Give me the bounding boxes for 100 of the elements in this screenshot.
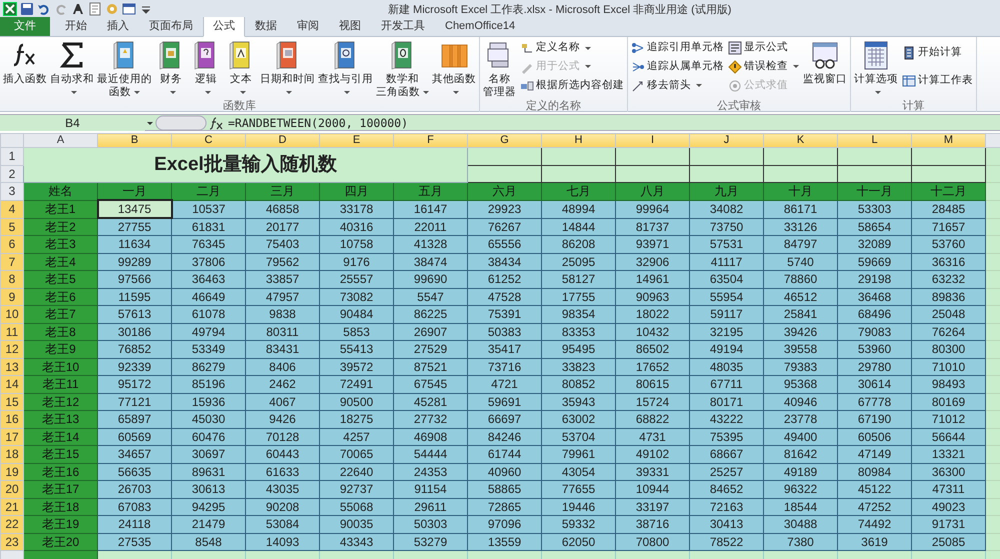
table-cell: 73082: [320, 288, 394, 306]
name-cell: 老王7: [24, 306, 98, 323]
active-cell[interactable]: 13475: [98, 200, 172, 218]
name-cell: 老王18: [24, 498, 98, 516]
window-icon[interactable]: [122, 2, 136, 16]
row-header[interactable]: 3: [0, 182, 24, 200]
formula-field[interactable]: =RANDBETWEEN(2000, 100000): [225, 114, 408, 130]
table-cell: 8548: [172, 533, 246, 550]
column-header[interactable]: H: [542, 134, 616, 148]
table-cell: 70065: [320, 446, 394, 463]
ribbon-button[interactable]: 查找与引用: [317, 39, 374, 99]
row-header[interactable]: 19: [0, 463, 24, 480]
table-cell: 15724: [616, 393, 690, 410]
table-cell: 18275: [320, 410, 394, 428]
row-header[interactable]: 12: [0, 340, 24, 358]
ribbon-button[interactable]: 显示公式: [727, 39, 800, 58]
row-header[interactable]: 7: [0, 253, 24, 270]
ribbon-tab[interactable]: 视图: [329, 16, 371, 36]
group-label: 定义的名称: [526, 98, 581, 112]
table-cell: 38474: [394, 253, 468, 270]
ribbon-button[interactable]: 插入函数: [2, 39, 48, 86]
row-header[interactable]: 13: [0, 358, 24, 376]
ribbon-tab[interactable]: 数据: [245, 16, 287, 36]
ribbon-button[interactable]: 错误检查: [727, 58, 800, 76]
row-header[interactable]: 4: [0, 200, 24, 218]
table-cell: 10537: [172, 200, 246, 218]
table-cell: 78522: [690, 533, 764, 550]
ribbon-tab[interactable]: 审阅: [287, 16, 329, 36]
table-cell: 65897: [98, 410, 172, 428]
table-cell: 74492: [838, 516, 912, 533]
ribbon-button[interactable]: 监视窗口: [802, 39, 848, 86]
row-header[interactable]: 9: [0, 288, 24, 306]
row-header[interactable]: 17: [0, 428, 24, 446]
table-cell: 25085: [912, 533, 986, 550]
row-header[interactable]: 10: [0, 306, 24, 323]
ribbon-button[interactable]: 移去箭头: [630, 76, 725, 95]
ribbon-button[interactable]: 最近使用的 函数: [96, 39, 153, 99]
ribbon-button[interactable]: 根据所选内容创建: [519, 76, 625, 95]
function-icon[interactable]: [207, 114, 225, 130]
column-header[interactable]: G: [468, 134, 542, 148]
row-header[interactable]: 14: [0, 376, 24, 393]
name-cell: 老王14: [24, 428, 98, 446]
ribbon-button[interactable]: 计算选项: [853, 39, 899, 99]
row-header[interactable]: 16: [0, 410, 24, 428]
ribbon-button[interactable]: 开始计算: [901, 44, 974, 62]
ribbon-button[interactable]: 追踪从属单元格: [630, 58, 725, 76]
row-header[interactable]: 2: [0, 165, 24, 182]
ribbon-tab[interactable]: 公式: [203, 16, 245, 37]
ribbon-button[interactable]: 自动求和: [49, 39, 95, 99]
row-header[interactable]: 5: [0, 218, 24, 236]
header-cell: 五月: [394, 182, 468, 200]
ribbon-button[interactable]: 逻辑: [189, 39, 223, 99]
font-size-icon[interactable]: [71, 2, 85, 16]
row-header[interactable]: 22: [0, 516, 24, 533]
row-header[interactable]: 15: [0, 393, 24, 410]
name-cell: 老王8: [24, 323, 98, 340]
table-cell: 20177: [246, 218, 320, 236]
ribbon-tab[interactable]: 页面布局: [139, 16, 203, 36]
ribbon-button[interactable]: 日期和时间: [259, 39, 316, 99]
ribbon-button[interactable]: 文本: [224, 39, 258, 99]
ribbon-tab[interactable]: 开始: [55, 16, 97, 36]
row-header[interactable]: 20: [0, 480, 24, 498]
column-header[interactable]: F: [394, 134, 468, 148]
row-header[interactable]: 18: [0, 446, 24, 463]
column-header[interactable]: M: [912, 134, 986, 148]
ribbon-button[interactable]: 名称 管理器: [482, 39, 517, 99]
ribbon-button[interactable]: 财务: [154, 39, 188, 99]
save-icon[interactable]: [20, 2, 34, 16]
column-header[interactable]: K: [764, 134, 838, 148]
header-cell: 十二月: [912, 182, 986, 200]
column-header[interactable]: L: [838, 134, 912, 148]
column-header[interactable]: A: [24, 134, 98, 148]
column-header[interactable]: E: [320, 134, 394, 148]
ribbon-button[interactable]: 定义名称: [519, 39, 625, 58]
table-cell: 30613: [172, 480, 246, 498]
expand-handle[interactable]: [155, 114, 207, 130]
ribbon-button[interactable]: 数学和 三角函数: [375, 39, 430, 99]
column-header[interactable]: J: [690, 134, 764, 148]
table-cell: 61744: [468, 446, 542, 463]
ribbon-tab[interactable]: 插入: [97, 16, 139, 36]
table-cell: 86225: [394, 306, 468, 323]
row-header[interactable]: 8: [0, 270, 24, 288]
row-header[interactable]: 21: [0, 498, 24, 516]
ribbon-tab[interactable]: 开发工具: [371, 16, 435, 36]
column-header[interactable]: C: [172, 134, 246, 148]
row-header[interactable]: 11: [0, 323, 24, 340]
row-header[interactable]: 6: [0, 236, 24, 253]
column-header[interactable]: I: [616, 134, 690, 148]
column-header[interactable]: B: [98, 134, 172, 148]
row-header[interactable]: 1: [0, 148, 24, 165]
ribbon-tab[interactable]: ChemOffice14: [435, 16, 526, 36]
column-header[interactable]: D: [246, 134, 320, 148]
row-header[interactable]: 23: [0, 533, 24, 550]
ribbon-button[interactable]: 其他函数: [431, 39, 477, 99]
table-cell: 84246: [468, 428, 542, 446]
file-tab[interactable]: 文件: [0, 16, 50, 36]
table-cell: 13559: [468, 533, 542, 550]
ribbon-button[interactable]: 追踪引用单元格: [630, 39, 725, 58]
ribbon-button[interactable]: 计算工作表: [901, 72, 974, 90]
document-icon[interactable]: [88, 2, 102, 16]
